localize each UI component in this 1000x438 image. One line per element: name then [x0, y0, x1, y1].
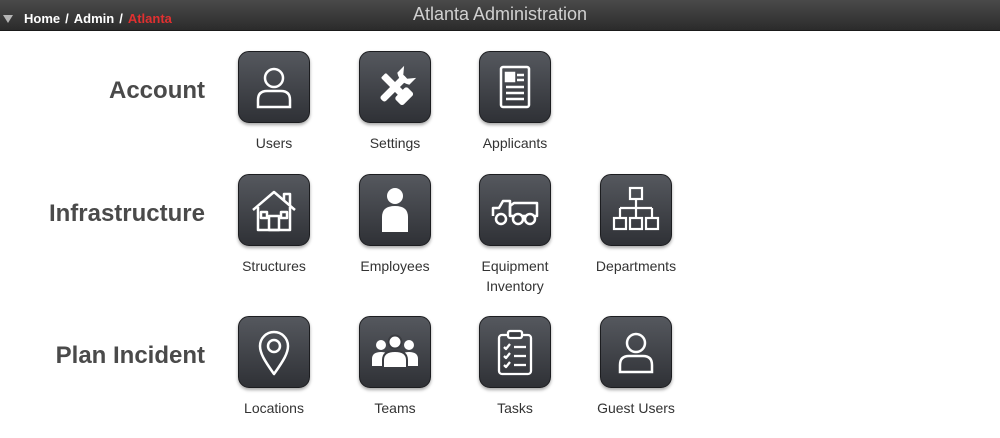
page-title: Atlanta Administration [412, 4, 588, 24]
tile-tasks[interactable]: Tasks [465, 316, 565, 418]
house-icon [238, 174, 310, 246]
tile-label: Departments [595, 258, 677, 274]
tile-label: Equipment Inventory [481, 258, 549, 294]
tile-label: Employees [360, 258, 430, 274]
tile-label: Teams [374, 400, 416, 416]
tile-structures[interactable]: Structures [224, 174, 324, 276]
group-icon [359, 316, 431, 388]
tile-guest-users[interactable]: Guest Users [586, 316, 686, 418]
tile-departments[interactable]: Departments [586, 174, 686, 276]
tile-label: Tasks [497, 400, 533, 416]
checklist-icon [479, 316, 551, 388]
tile-label: Users [255, 135, 293, 151]
tile-teams[interactable]: Teams [345, 316, 445, 418]
tile-label: Structures [242, 258, 306, 274]
tile-label: Settings [369, 135, 421, 151]
section-plan-incident-label: Plan Incident [55, 342, 205, 369]
tile-equipment-inventory[interactable]: Equipment Inventory [465, 174, 565, 296]
section-account-label: Account [109, 77, 205, 104]
user-icon [600, 316, 672, 388]
tile-label: Guest Users [597, 400, 675, 416]
person-icon [359, 174, 431, 246]
tile-employees[interactable]: Employees [345, 174, 445, 276]
tile-locations[interactable]: Locations [224, 316, 324, 418]
truck-icon [479, 174, 551, 246]
top-bar: Home / Admin / Atlanta Atlanta Administratio… [0, 0, 1000, 31]
tile-users[interactable]: Users [224, 51, 324, 153]
user-icon [238, 51, 310, 123]
tile-settings[interactable]: Settings [345, 51, 445, 153]
map-pin-icon [238, 316, 310, 388]
id-card-icon [479, 51, 551, 123]
org-chart-icon [600, 174, 672, 246]
tile-label: Locations [244, 400, 304, 416]
tools-icon [359, 51, 431, 123]
tile-applicants[interactable]: Applicants [465, 51, 565, 153]
section-infrastructure-label: Infrastructure [48, 200, 205, 227]
tile-label: Applicants [482, 135, 548, 151]
